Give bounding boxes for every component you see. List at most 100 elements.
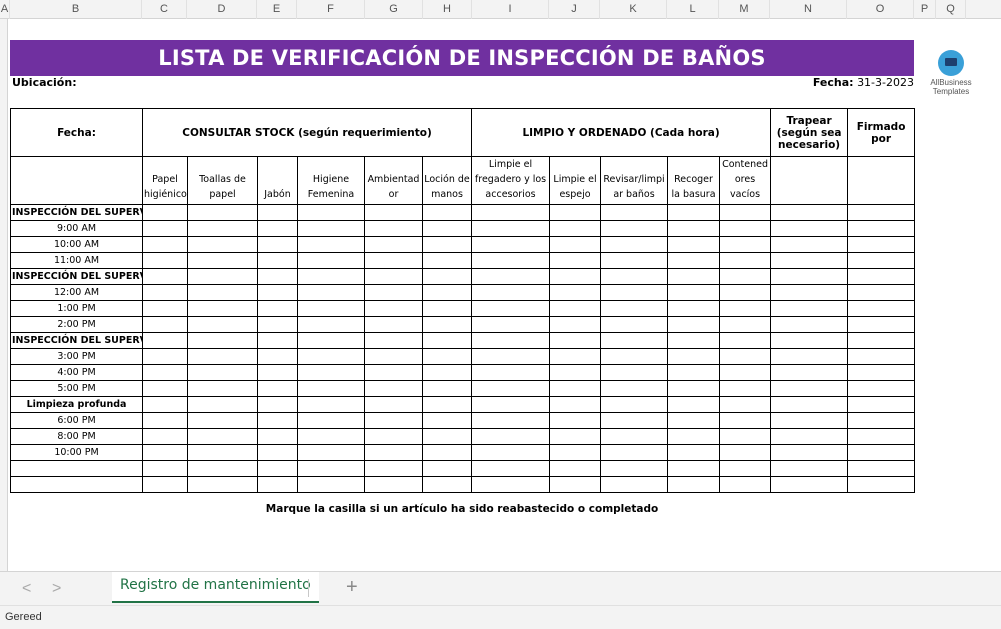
checklist-cell[interactable] — [364, 316, 423, 333]
checklist-cell[interactable] — [142, 284, 188, 301]
time-slot-label[interactable]: 8:00 PM — [10, 428, 143, 445]
checklist-cell[interactable] — [142, 444, 188, 461]
checklist-cell[interactable] — [297, 460, 365, 477]
checklist-cell[interactable] — [847, 444, 916, 461]
checklist-cell[interactable] — [257, 428, 298, 445]
add-sheet-icon[interactable]: + — [346, 576, 358, 599]
checklist-cell[interactable] — [667, 316, 721, 333]
checklist-cell[interactable] — [471, 332, 551, 349]
checklist-cell[interactable] — [770, 444, 849, 461]
checklist-cell[interactable] — [364, 204, 423, 221]
checklist-cell[interactable] — [421, 284, 473, 301]
checklist-cell[interactable] — [364, 284, 423, 301]
checklist-cell[interactable] — [719, 268, 772, 285]
checklist-cell[interactable] — [257, 444, 298, 461]
checklist-cell[interactable] — [667, 204, 721, 221]
checklist-cell[interactable] — [667, 236, 721, 253]
checklist-cell[interactable] — [297, 380, 365, 397]
checklist-cell[interactable] — [257, 460, 298, 477]
checklist-cell[interactable] — [297, 476, 365, 493]
blank-row-label[interactable] — [10, 460, 143, 477]
checklist-cell[interactable] — [297, 428, 365, 445]
checklist-cell[interactable] — [549, 204, 602, 221]
checklist-cell[interactable] — [364, 236, 423, 253]
checklist-cell[interactable] — [142, 252, 188, 269]
checklist-cell[interactable] — [847, 380, 916, 397]
column-header-m[interactable]: M — [719, 0, 770, 19]
checklist-cell[interactable] — [471, 412, 551, 429]
checklist-cell[interactable] — [364, 476, 423, 493]
checklist-cell[interactable] — [770, 220, 849, 237]
prev-sheet-icon[interactable]: < — [22, 580, 31, 598]
checklist-cell[interactable] — [667, 364, 721, 381]
checklist-cell[interactable] — [187, 460, 258, 477]
checklist-cell[interactable] — [257, 396, 298, 413]
checklist-cell[interactable] — [421, 220, 473, 237]
checklist-cell[interactable] — [719, 252, 772, 269]
checklist-cell[interactable] — [600, 460, 669, 477]
checklist-cell[interactable] — [667, 412, 721, 429]
checklist-cell[interactable] — [187, 348, 258, 365]
column-header-a[interactable]: A — [0, 0, 10, 19]
checklist-cell[interactable] — [719, 316, 772, 333]
checklist-cell[interactable] — [364, 364, 423, 381]
checklist-cell[interactable] — [421, 364, 473, 381]
checklist-cell[interactable] — [719, 236, 772, 253]
time-slot-label[interactable]: 2:00 PM — [10, 316, 143, 333]
checklist-cell[interactable] — [187, 444, 258, 461]
checklist-cell[interactable] — [257, 300, 298, 317]
time-slot-label[interactable]: 4:00 PM — [10, 364, 143, 381]
checklist-cell[interactable] — [471, 236, 551, 253]
checklist-cell[interactable] — [600, 348, 669, 365]
deep-cleaning-label[interactable]: Limpieza profunda — [10, 396, 143, 413]
checklist-cell[interactable] — [187, 316, 258, 333]
checklist-cell[interactable] — [187, 300, 258, 317]
checklist-cell[interactable] — [364, 380, 423, 397]
checklist-cell[interactable] — [549, 460, 602, 477]
checklist-cell[interactable] — [549, 284, 602, 301]
supervisor-inspection-label[interactable]: INSPECCIÓN DEL SUPERVISOR — [10, 332, 143, 349]
checklist-cell[interactable] — [421, 348, 473, 365]
time-slot-label[interactable]: 12:00 AM — [10, 284, 143, 301]
checklist-cell[interactable] — [471, 284, 551, 301]
checklist-cell[interactable] — [719, 300, 772, 317]
checklist-cell[interactable] — [421, 332, 473, 349]
checklist-cell[interactable] — [770, 204, 849, 221]
checklist-cell[interactable] — [421, 396, 473, 413]
checklist-cell[interactable] — [549, 476, 602, 493]
checklist-cell[interactable] — [549, 396, 602, 413]
column-header-o[interactable]: O — [847, 0, 914, 19]
checklist-cell[interactable] — [719, 364, 772, 381]
checklist-cell[interactable] — [847, 300, 916, 317]
checklist-cell[interactable] — [142, 380, 188, 397]
checklist-cell[interactable] — [847, 220, 916, 237]
checklist-cell[interactable] — [770, 396, 849, 413]
checklist-cell[interactable] — [471, 316, 551, 333]
checklist-cell[interactable] — [142, 332, 188, 349]
checklist-cell[interactable] — [297, 348, 365, 365]
checklist-cell[interactable] — [600, 268, 669, 285]
checklist-cell[interactable] — [297, 252, 365, 269]
checklist-cell[interactable] — [549, 316, 602, 333]
checklist-cell[interactable] — [297, 364, 365, 381]
checklist-cell[interactable] — [471, 204, 551, 221]
checklist-cell[interactable] — [847, 204, 916, 221]
checklist-cell[interactable] — [257, 348, 298, 365]
checklist-cell[interactable] — [187, 476, 258, 493]
checklist-cell[interactable] — [187, 428, 258, 445]
checklist-cell[interactable] — [257, 364, 298, 381]
checklist-cell[interactable] — [770, 412, 849, 429]
checklist-cell[interactable] — [770, 236, 849, 253]
checklist-cell[interactable] — [471, 268, 551, 285]
checklist-cell[interactable] — [847, 316, 916, 333]
checklist-cell[interactable] — [421, 236, 473, 253]
checklist-cell[interactable] — [667, 396, 721, 413]
column-header-f[interactable]: F — [297, 0, 365, 19]
checklist-cell[interactable] — [770, 300, 849, 317]
checklist-cell[interactable] — [600, 300, 669, 317]
checklist-cell[interactable] — [719, 220, 772, 237]
checklist-cell[interactable] — [187, 332, 258, 349]
checklist-cell[interactable] — [667, 428, 721, 445]
checklist-cell[interactable] — [549, 412, 602, 429]
checklist-cell[interactable] — [142, 396, 188, 413]
